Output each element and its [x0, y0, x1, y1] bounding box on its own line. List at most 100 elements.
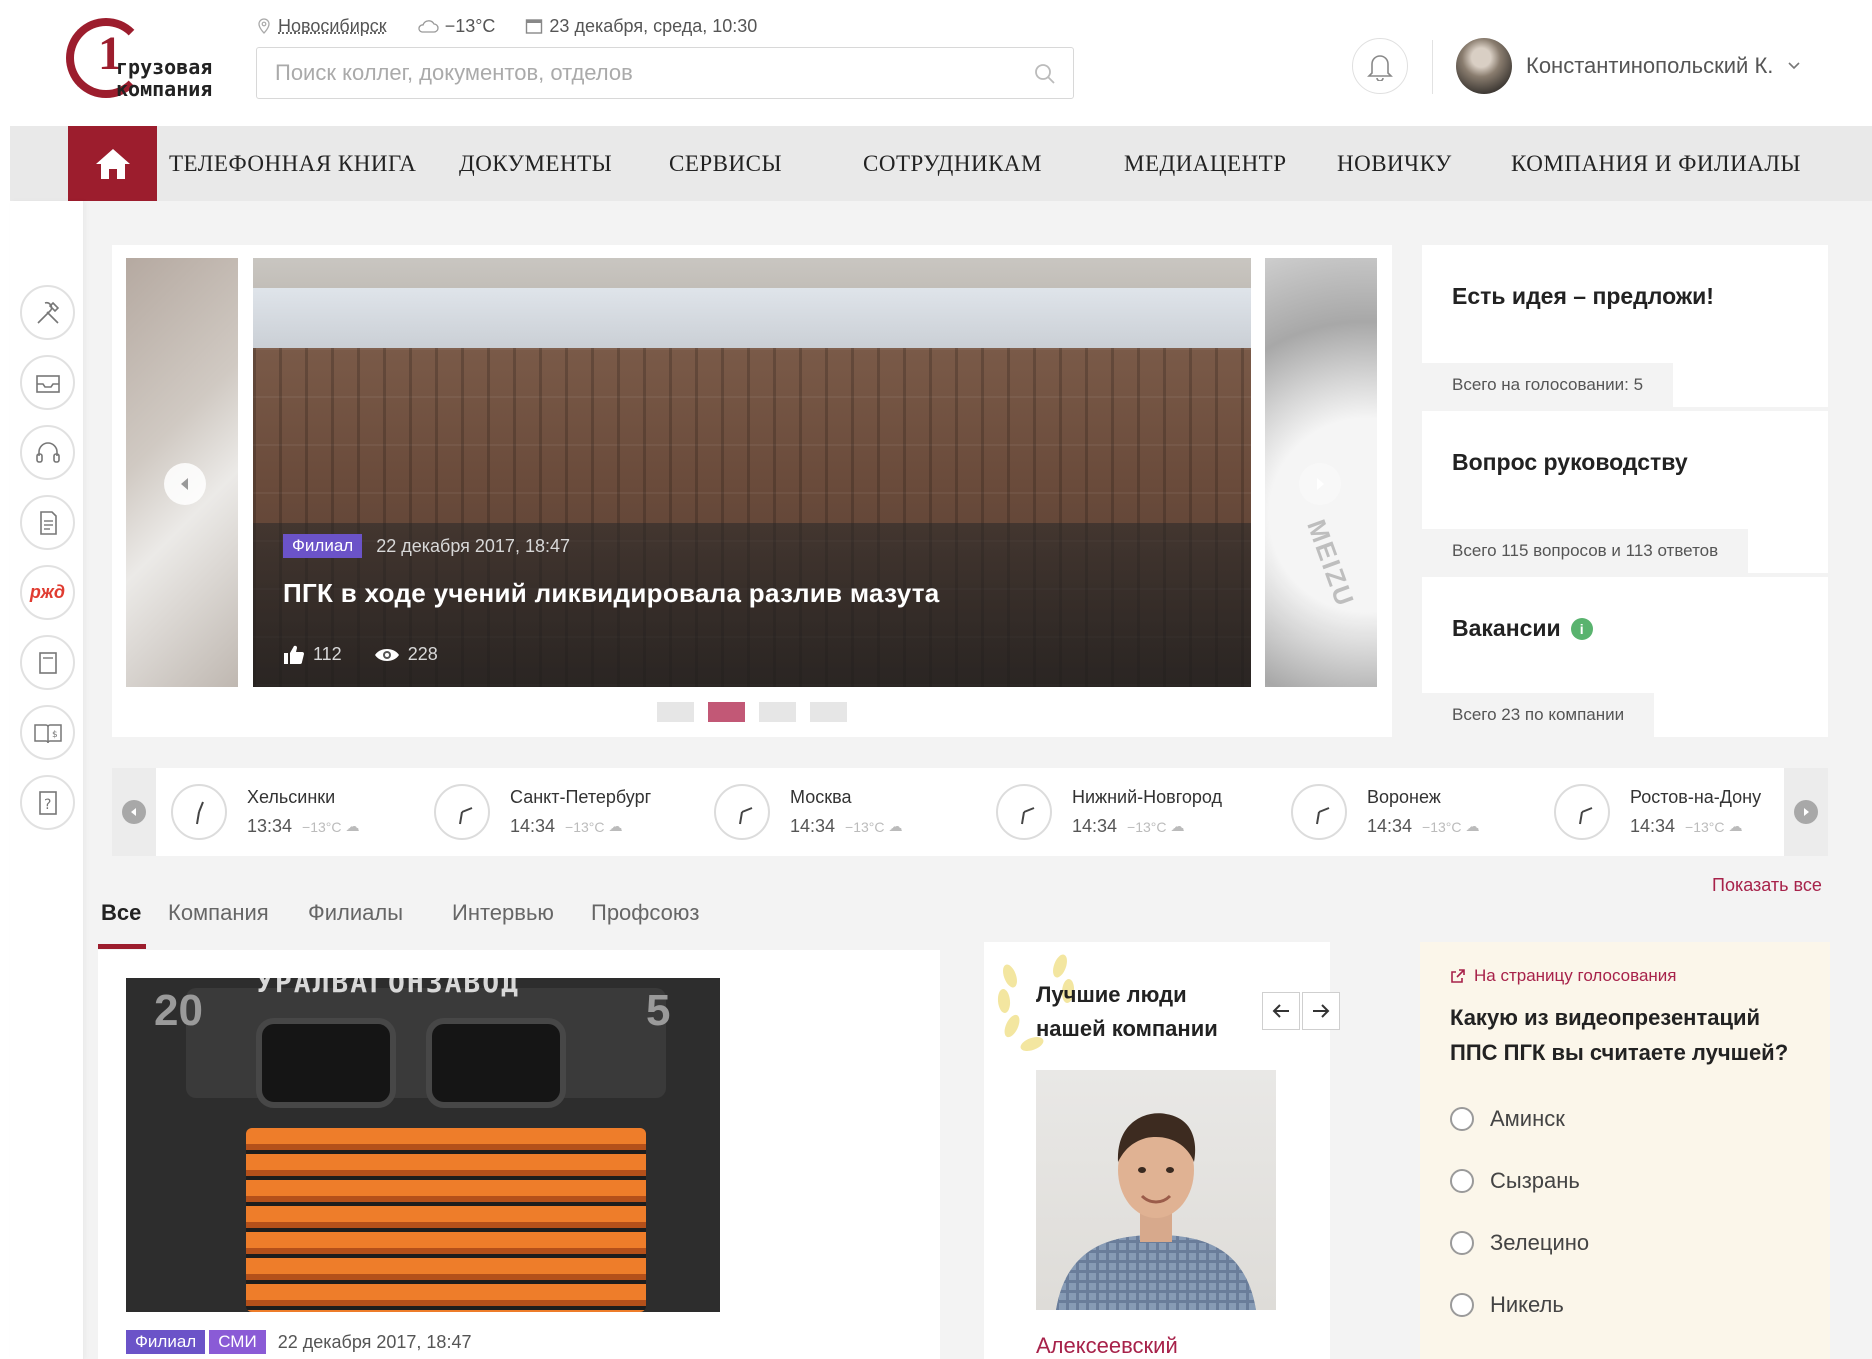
city-selector[interactable]: Новосибирск — [256, 16, 387, 37]
city-name[interactable]: Новосибирск — [278, 16, 387, 37]
external-link-icon — [1451, 969, 1465, 983]
company-logo[interactable]: 1 грузовая компания — [62, 14, 222, 104]
nav-services[interactable]: СЕРВИСЫ — [669, 126, 782, 201]
clock-text: Нижний-Новгород 14:34 −13°C ☁ — [1072, 787, 1222, 837]
radio-button[interactable] — [1450, 1107, 1474, 1131]
sidebar-help[interactable]: ? — [20, 775, 75, 830]
vacancies-title-row[interactable]: Вакансии i — [1452, 615, 1593, 642]
clock-icon — [1291, 784, 1347, 840]
slider-dot[interactable] — [810, 702, 847, 722]
logo-wordmark: грузовая компания — [116, 56, 212, 100]
tab-company[interactable]: Компания — [168, 900, 269, 926]
likes-stat[interactable]: 112 — [283, 644, 342, 665]
person-photo[interactable] — [1036, 1070, 1276, 1310]
clock-moscow: Москва 14:34 −13°C ☁ — [714, 780, 903, 844]
sidebar-finance[interactable]: $ — [20, 705, 75, 760]
management-question-card[interactable]: Вопрос руководству Всего 115 вопросов и … — [1422, 411, 1828, 573]
next-slide-watermark: MEIZU — [1301, 515, 1361, 612]
clock-temp-value: −13°C — [565, 818, 605, 835]
best-people-next[interactable] — [1302, 992, 1340, 1030]
tab-interview[interactable]: Интервью — [452, 900, 554, 926]
slide-category-badge[interactable]: Филиал — [283, 534, 363, 558]
nav-newcomer[interactable]: НОВИЧКУ — [1337, 126, 1452, 201]
slider-next-button[interactable] — [1299, 463, 1341, 505]
nav-phonebook[interactable]: ТЕЛЕФОННАЯ КНИГА — [169, 126, 416, 201]
poll-option-label[interactable]: Аминск — [1490, 1106, 1565, 1132]
clock-time-row: 14:34 −13°C ☁ — [1630, 816, 1761, 837]
inbox-icon — [35, 374, 60, 393]
nav-documents[interactable]: ДОКУМЕНТЫ — [459, 126, 612, 201]
clocks-next-button[interactable] — [1784, 768, 1828, 856]
news-badge-branch[interactable]: Филиал — [126, 1330, 206, 1354]
slider-dot[interactable] — [657, 702, 694, 722]
sidebar-inbox[interactable] — [20, 355, 75, 410]
news-badge-media[interactable]: СМИ — [209, 1330, 266, 1354]
clock-temp: −13°C ☁ — [1127, 818, 1184, 835]
user-name[interactable]: Константинопольский К. — [1526, 53, 1773, 79]
radio-button[interactable] — [1450, 1293, 1474, 1317]
sidebar-support[interactable] — [20, 425, 75, 480]
sidebar-library[interactable] — [20, 635, 75, 690]
slide-date: 22 декабря 2017, 18:47 — [376, 535, 570, 556]
management-question-title[interactable]: Вопрос руководству — [1452, 449, 1688, 476]
views-stat: 228 — [374, 644, 438, 665]
idea-card[interactable]: Есть идея – предложи! Всего на голосован… — [1422, 245, 1828, 407]
clock-nizhny-novgorod: Нижний-Новгород 14:34 −13°C ☁ — [996, 780, 1222, 844]
tab-union[interactable]: Профсоюз — [591, 900, 699, 926]
show-all-link[interactable]: Показать все — [1712, 875, 1822, 896]
home-button[interactable] — [68, 126, 157, 201]
poll-page-link[interactable]: На страницу голосования — [1450, 966, 1677, 986]
poll-option[interactable]: Зелецино — [1450, 1230, 1589, 1256]
vacancies-card[interactable]: Вакансии i Всего 23 по компании — [1422, 577, 1828, 737]
best-people-prev[interactable] — [1262, 992, 1300, 1030]
search-input[interactable] — [257, 48, 997, 98]
clock-time-row: 14:34 −13°C ☁ — [790, 816, 903, 837]
sidebar-rzd[interactable]: ржд — [20, 565, 75, 620]
notifications-button[interactable] — [1352, 38, 1408, 94]
nav-mediacenter[interactable]: МЕДИАЦЕНТР — [1124, 126, 1287, 201]
search-icon[interactable] — [1033, 62, 1057, 86]
svg-text:?: ? — [44, 797, 51, 813]
poll-option[interactable]: Сызрань — [1450, 1168, 1580, 1194]
clock-icon — [996, 784, 1052, 840]
clock-time: 14:34 — [1630, 816, 1676, 836]
search-box[interactable] — [256, 47, 1074, 99]
person-name[interactable]: Алексеевский — [1036, 1333, 1178, 1359]
sidebar-tools[interactable] — [20, 285, 75, 340]
poll-option[interactable]: Никель — [1450, 1292, 1564, 1318]
slider-dot[interactable] — [759, 702, 796, 722]
tab-all[interactable]: Все — [101, 900, 141, 926]
avatar[interactable] — [1456, 38, 1512, 94]
slide-title[interactable]: ПГК в ходе учений ликвидировала разлив м… — [283, 578, 940, 609]
sidebar-documents[interactable] — [20, 495, 75, 550]
idea-card-title[interactable]: Есть идея – предложи! — [1452, 283, 1714, 310]
clock-voronezh: Воронеж 14:34 −13°C ☁ — [1291, 780, 1480, 844]
chevron-down-icon[interactable] — [1787, 61, 1801, 71]
news-image[interactable]: УРАЛВАГОНЗАВОД 20 5 — [126, 978, 720, 1312]
nav-employees[interactable]: СОТРУДНИКАМ — [863, 126, 1042, 201]
clock-icon — [434, 784, 490, 840]
active-slide[interactable]: Филиал 22 декабря 2017, 18:47 ПГК в ходе… — [253, 258, 1251, 687]
poll-option-label[interactable]: Никель — [1490, 1292, 1564, 1318]
slider-dot-active[interactable] — [708, 702, 745, 722]
radio-button[interactable] — [1450, 1169, 1474, 1193]
nav-company-branches[interactable]: КОМПАНИЯ И ФИЛИАЛЫ — [1511, 126, 1801, 201]
slider-prev-button[interactable] — [164, 463, 206, 505]
clocks-prev-button[interactable] — [112, 768, 156, 856]
reader-money-icon: $ — [33, 723, 62, 743]
location-pin-icon — [258, 18, 270, 34]
tab-branches[interactable]: Филиалы — [308, 900, 403, 926]
slider-pagination — [657, 702, 847, 722]
slide-stats: 112 228 — [283, 644, 438, 665]
vacancies-title[interactable]: Вакансии — [1452, 615, 1561, 642]
image-number-right: 5 — [646, 986, 671, 1035]
poll-link-label[interactable]: На страницу голосования — [1474, 966, 1677, 986]
poll-option-label[interactable]: Сызрань — [1490, 1168, 1580, 1194]
poll-option[interactable]: Аминск — [1450, 1106, 1565, 1132]
help-icon: ? — [38, 790, 57, 815]
radio-button[interactable] — [1450, 1231, 1474, 1255]
poll-option-label[interactable]: Зелецино — [1490, 1230, 1589, 1256]
weather: −13°C — [417, 16, 495, 37]
clock-time: 14:34 — [1072, 816, 1118, 836]
user-menu[interactable]: Константинопольский К. — [1456, 38, 1801, 94]
